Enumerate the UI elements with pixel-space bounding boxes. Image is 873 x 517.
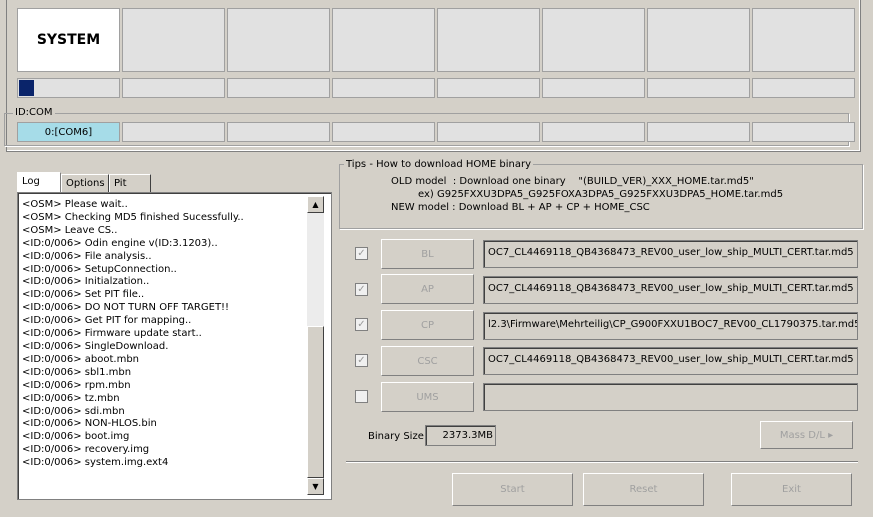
ums-button[interactable]: UMS — [381, 382, 474, 412]
port-slot-3 — [227, 8, 330, 72]
progress-bar-5 — [437, 78, 540, 98]
exit-button[interactable]: Exit — [731, 473, 852, 506]
log-line: <ID:0/006> sbl1.mbn — [22, 366, 132, 378]
log-line: <ID:0/006> DO NOT TURN OFF TARGET!! — [22, 302, 230, 314]
divider — [346, 461, 858, 463]
cp-path-field[interactable]: l2.3\Firmware\Mehrteilig\CP_G900FXXU1BOC… — [483, 312, 858, 340]
com-port-5 — [437, 122, 540, 142]
port-slot-2 — [122, 8, 225, 72]
com-port-1: 0:[COM6] — [17, 122, 120, 142]
com-port-6 — [542, 122, 645, 142]
tab-pit[interactable]: Pit — [109, 174, 151, 194]
ap-path-field[interactable]: OC7_CL4469118_QB4368473_REV00_user_low_s… — [483, 276, 858, 304]
tab-options[interactable]: Options — [61, 174, 109, 194]
port-slot-5 — [437, 8, 540, 72]
com-port-8 — [752, 122, 855, 142]
cp-checkbox[interactable]: ✓ — [355, 318, 368, 331]
bl-checkbox[interactable]: ✓ — [355, 247, 368, 260]
log-line: <ID:0/006> NON-HLOS.bin — [22, 418, 157, 430]
progress-bar-4 — [332, 78, 435, 98]
cp-button[interactable]: CP — [381, 310, 474, 340]
log-line: <ID:0/006> Set PIT file.. — [22, 289, 145, 301]
ap-button[interactable]: AP — [381, 274, 474, 304]
log-line: <ID:0/006> File analysis.. — [22, 250, 152, 262]
progress-bar-1 — [17, 78, 120, 98]
log-line: <ID:0/006> aboot.mbn — [22, 353, 140, 365]
ap-checkbox[interactable]: ✓ — [355, 283, 368, 296]
log-line: <ID:0/006> Get PIT for mapping.. — [22, 315, 192, 327]
port-slot-7 — [647, 8, 750, 72]
port-slot-6 — [542, 8, 645, 72]
log-line: <ID:0/006> boot.img — [22, 431, 130, 443]
ums-path-field[interactable] — [483, 383, 858, 411]
csc-checkbox[interactable]: ✓ — [355, 354, 368, 367]
log-text: <OSM> Please wait.. <OSM> Checking MD5 fi… — [22, 199, 303, 495]
port-slot-8 — [752, 8, 855, 72]
com-port-2 — [122, 122, 225, 142]
progress-bar-7 — [647, 78, 750, 98]
binary-size-value: 2373.3MB — [425, 425, 496, 446]
log-line: <ID:0/006> sdi.mbn — [22, 405, 125, 417]
log-line: <ID:0/006> tz.mbn — [22, 392, 120, 404]
ums-checkbox[interactable] — [355, 390, 368, 403]
progress-fill — [19, 80, 35, 96]
bl-button[interactable]: BL — [381, 239, 474, 269]
port-slot-1: SYSTEM — [17, 8, 120, 72]
log-line: <ID:0/006> rpm.mbn — [22, 379, 131, 391]
log-panel: <OSM> Please wait.. <OSM> Checking MD5 fi… — [17, 192, 332, 500]
mass-dl-button[interactable]: Mass D/L ▸ — [760, 421, 853, 449]
log-line: <ID:0/006> SingleDownload. — [22, 340, 169, 352]
tab-log[interactable]: Log — [17, 172, 61, 194]
tips-title: Tips - How to download HOME binary — [344, 159, 533, 170]
tips-line-3: NEW model : Download BL + AP + CP + HOME… — [391, 202, 650, 213]
log-line: <ID:0/006> Firmware update start.. — [22, 328, 202, 340]
com-port-4 — [332, 122, 435, 142]
log-line: <ID:0/006> SetupConnection.. — [22, 263, 177, 275]
tips-line-2: ex) G925FXXU3DPA5_G925FOXA3DPA5_G925FXXU… — [418, 189, 784, 200]
csc-button[interactable]: CSC — [381, 346, 474, 376]
progress-bar-8 — [752, 78, 855, 98]
tips-line-1: OLD model : Download one binary "(BUILD_… — [391, 176, 754, 187]
log-line: <ID:0/006> system.img.ext4 — [22, 457, 169, 469]
log-line: <OSM> Checking MD5 finished Sucessfully.… — [22, 211, 244, 223]
log-line: <ID:0/006> recovery.img — [22, 444, 150, 456]
scroll-thumb[interactable] — [307, 326, 324, 478]
bl-path-field[interactable]: OC7_CL4469118_QB4368473_REV00_user_low_s… — [483, 240, 858, 268]
reset-button[interactable]: Reset — [583, 473, 704, 506]
log-scrollbar[interactable]: ▲ ▼ — [307, 196, 324, 495]
csc-path-field[interactable]: OC7_CL4469118_QB4368473_REV00_user_low_s… — [483, 347, 858, 375]
start-button[interactable]: Start — [452, 473, 573, 506]
binary-size-label: Binary Size — [368, 431, 424, 442]
scroll-down-icon[interactable]: ▼ — [307, 478, 324, 495]
port-slot-4 — [332, 8, 435, 72]
log-line: <ID:0/006> Odin engine v(ID:3.1203).. — [22, 237, 218, 249]
scroll-up-icon[interactable]: ▲ — [307, 196, 324, 213]
log-line: <OSM> Leave CS.. — [22, 224, 118, 236]
com-port-7 — [647, 122, 750, 142]
progress-bar-2 — [122, 78, 225, 98]
idcom-label: ID:COM — [13, 107, 55, 118]
log-line: <OSM> Please wait.. — [22, 199, 128, 210]
com-port-3 — [227, 122, 330, 142]
progress-bar-3 — [227, 78, 330, 98]
log-line: <ID:0/006> Initialzation.. — [22, 276, 150, 288]
progress-bar-6 — [542, 78, 645, 98]
